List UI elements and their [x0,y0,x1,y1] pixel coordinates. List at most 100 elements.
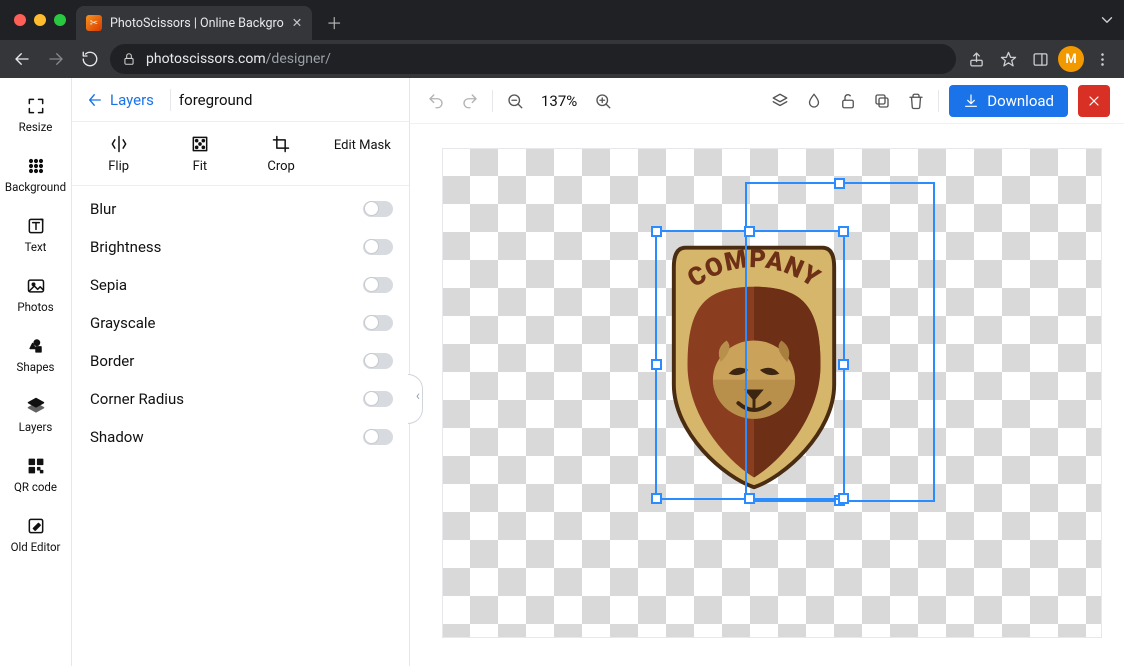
rail-old-editor[interactable]: Old Editor [0,506,71,562]
rail-resize[interactable]: Resize [0,86,71,142]
canvas-area: 137% [410,78,1124,666]
profile-avatar[interactable]: M [1058,46,1084,72]
left-rail: Resize Background Text Photos Shapes Lay… [0,78,72,666]
selection-handle[interactable] [651,493,662,504]
selection-handle[interactable] [838,226,849,237]
duplicate-icon[interactable] [870,89,894,113]
layers-icon[interactable] [768,89,792,113]
rail-layers[interactable]: Layers [0,386,71,442]
download-button[interactable]: Download [949,85,1068,117]
nav-forward-button [42,45,70,73]
adjust-label: Sepia [90,276,127,294]
selection-handle[interactable] [744,226,755,237]
fit-icon [190,134,210,154]
panel-side-icon[interactable] [1026,45,1054,73]
properties-panel: Layers foreground Flip Fit Crop Edit Mas… [72,78,410,666]
rail-label: QR code [14,480,57,494]
close-icon [1086,93,1102,109]
tab-title: PhotoScissors | Online Backgro [110,16,284,31]
rail-label: Old Editor [11,540,61,554]
zoom-level[interactable]: 137% [537,92,581,110]
adjust-label: Brightness [90,238,161,256]
rail-label: Resize [19,120,53,134]
canvas-toolbar: 137% [410,78,1124,124]
tool-fit[interactable]: Fit [165,134,235,175]
toggle-brightness[interactable] [363,239,393,255]
address-bar: photoscissors.com/designer/ M [0,40,1124,78]
rail-shapes[interactable]: Shapes [0,326,71,382]
adjust-label: Blur [90,200,116,218]
zoom-out-button[interactable] [503,89,527,113]
kebab-menu-icon[interactable] [1088,45,1116,73]
adjust-label: Corner Radius [90,390,184,408]
adjust-sepia: Sepia [90,266,393,304]
selection-handle[interactable] [834,178,845,189]
nav-back-button[interactable] [8,45,36,73]
nav-reload-button[interactable] [76,45,104,73]
toggle-grayscale[interactable] [363,315,393,331]
download-icon [963,93,979,109]
tab-favicon-icon: ✂ [86,15,102,31]
tool-flip[interactable]: Flip [84,134,154,175]
tool-crop[interactable]: Crop [246,134,316,175]
zoom-in-button[interactable] [591,89,615,113]
tool-edit-mask[interactable]: Edit Mask [327,134,397,154]
toggle-border[interactable] [363,353,393,369]
new-tab-button[interactable]: ＋ [320,8,348,36]
adjust-shadow: Shadow [90,418,393,456]
adjust-label: Shadow [90,428,144,446]
panel-back-label: Layers [110,91,154,109]
download-label: Download [987,92,1054,110]
lock-icon [122,52,136,66]
selection-inner[interactable] [655,230,845,500]
unlock-icon[interactable] [836,89,860,113]
close-editor-button[interactable] [1078,85,1110,117]
tab-strip: ✂ PhotoScissors | Online Backgro ✕ ＋ [0,0,1124,40]
rail-background[interactable]: Background [0,146,71,202]
url-text: photoscissors.com/designer/ [146,51,331,67]
toggle-shadow[interactable] [363,429,393,445]
selection-handle[interactable] [651,359,662,370]
rail-label: Text [25,240,47,254]
adjust-blur: Blur [90,190,393,228]
rail-label: Photos [17,300,53,314]
share-icon[interactable] [962,45,990,73]
adjust-label: Grayscale [90,314,156,332]
adjust-brightness: Brightness [90,228,393,266]
browser-chrome: ✂ PhotoScissors | Online Backgro ✕ ＋ pho… [0,0,1124,78]
tool-label: Crop [267,160,294,175]
panel-breadcrumb: Layers foreground [72,78,409,122]
arrow-left-icon [86,91,104,109]
redo-button [458,89,482,113]
canvas-stage[interactable]: COMPANY [410,124,1124,666]
toggle-blur[interactable] [363,201,393,217]
crop-icon [271,134,291,154]
selection-handle[interactable] [838,493,849,504]
window-zoom-icon[interactable] [54,14,66,26]
rail-label: Background [5,180,66,194]
rail-qrcode[interactable]: QR code [0,446,71,502]
trash-icon[interactable] [904,89,928,113]
breadcrumb-separator [170,89,171,111]
adjust-border: Border [90,342,393,380]
rail-photos[interactable]: Photos [0,266,71,322]
selection-handle[interactable] [838,359,849,370]
toggle-sepia[interactable] [363,277,393,293]
toggle-corner-radius[interactable] [363,391,393,407]
undo-button [424,89,448,113]
window-minimize-icon[interactable] [34,14,46,26]
selection-handle[interactable] [651,226,662,237]
window-close-icon[interactable] [14,14,26,26]
app-root: Resize Background Text Photos Shapes Lay… [0,78,1124,666]
tab-close-icon[interactable]: ✕ [292,15,302,31]
adjust-corner-radius: Corner Radius [90,380,393,418]
omnibox[interactable]: photoscissors.com/designer/ [110,44,956,74]
rail-label: Layers [19,420,53,434]
droplet-icon[interactable] [802,89,826,113]
rail-text[interactable]: Text [0,206,71,262]
browser-tab[interactable]: ✂ PhotoScissors | Online Backgro ✕ [76,6,312,40]
panel-back-button[interactable]: Layers [72,91,168,109]
tab-overflow-icon[interactable] [1090,0,1124,40]
bookmark-star-icon[interactable] [994,45,1022,73]
selection-handle[interactable] [744,493,755,504]
